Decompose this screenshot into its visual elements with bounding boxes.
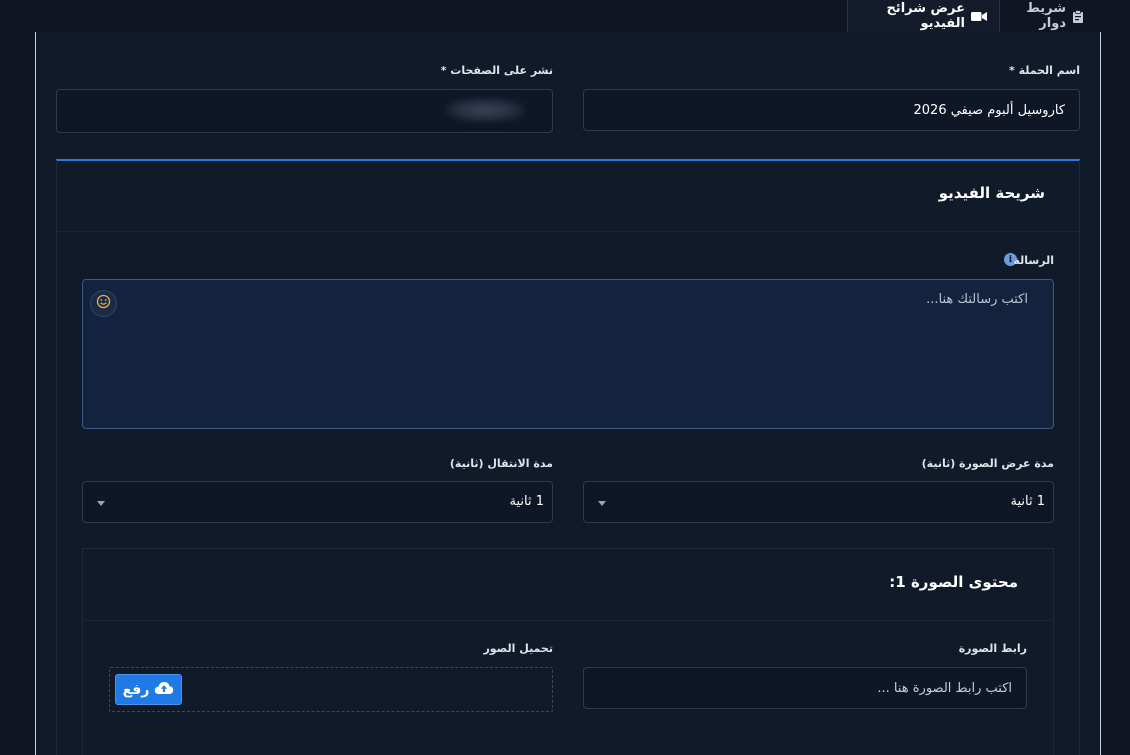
campaign-name-label: اسم الحملة * — [1009, 64, 1080, 77]
upload-button-label: رفع — [122, 681, 150, 698]
emoji-button[interactable] — [90, 290, 117, 317]
tab-carousel[interactable]: شريط دوار — [1005, 0, 1100, 32]
video-slide-title: شريحة الفيديو — [938, 184, 1045, 202]
image-duration-select[interactable]: 1 ثانية — [583, 481, 1054, 523]
image-url-input[interactable]: اكتب رابط الصورة هنا ... — [583, 667, 1027, 709]
image-duration-value: 1 ثانية — [1010, 494, 1045, 509]
tab-video-slideshow-label: عرض شرائح الفيديو — [886, 1, 965, 31]
tab-carousel-label: شريط دوار — [1026, 1, 1066, 31]
campaign-name-value: كاروسيل ألبوم صيفي 2026 — [913, 102, 1066, 118]
transition-duration-value: 1 ثانية — [509, 494, 544, 509]
image-url-placeholder: اكتب رابط الصورة هنا ... — [877, 680, 1012, 696]
transition-duration-select[interactable]: 1 ثانية — [82, 481, 553, 523]
message-placeholder: اكتب رسالتك هنا... — [926, 292, 1028, 307]
publish-pages-label: نشر على الصفحات * — [440, 64, 553, 77]
clipboard-icon — [1072, 9, 1084, 23]
cloud-upload-icon — [154, 681, 174, 699]
image-url-label: رابط الصورة — [958, 642, 1027, 655]
image-content-title: محتوى الصورة 1: — [889, 573, 1018, 591]
chevron-down-icon — [598, 501, 606, 506]
transition-duration-label: مدة الانتقال (ثانية) — [449, 457, 553, 470]
tab-video-slideshow[interactable]: عرض شرائح الفيديو — [847, 0, 1000, 32]
upload-images-label: تحميل الصور — [483, 642, 553, 655]
upload-dropzone[interactable]: رفع — [109, 667, 553, 712]
tab-bar: شريط دوار عرض شرائح الفيديو — [0, 0, 1130, 32]
publish-pages-select[interactable] — [56, 89, 553, 133]
image-duration-label: مدة عرض الصورة (ثانية) — [921, 457, 1054, 470]
message-textarea[interactable]: اكتب رسالتك هنا... — [82, 279, 1054, 429]
card-header-divider — [57, 231, 1079, 232]
chevron-down-icon — [97, 501, 105, 506]
message-label: الرسالة — [1013, 254, 1055, 267]
upload-button[interactable]: رفع — [115, 674, 182, 705]
campaign-name-input[interactable]: كاروسيل ألبوم صيفي 2026 — [583, 89, 1080, 131]
subcard-header-divider — [83, 620, 1053, 621]
blurred-page-name — [445, 98, 525, 122]
video-camera-icon — [971, 11, 987, 22]
smiley-icon — [96, 294, 111, 313]
